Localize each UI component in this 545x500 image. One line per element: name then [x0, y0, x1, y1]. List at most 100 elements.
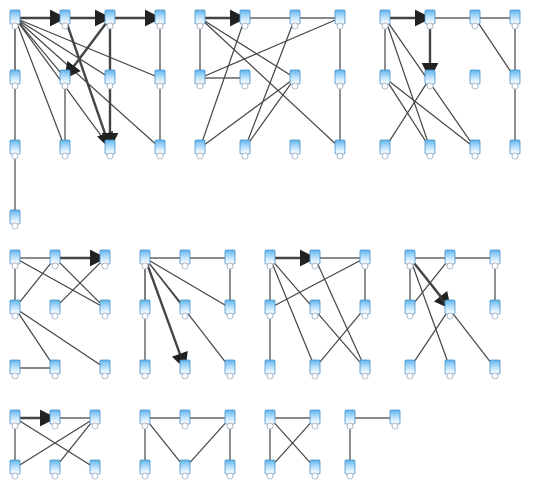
device-node-icon	[10, 410, 20, 429]
device-node-icon	[445, 250, 455, 269]
device-node-icon	[195, 140, 205, 159]
device-node-icon	[265, 410, 275, 429]
device-node-icon	[265, 360, 275, 379]
device-node-icon	[425, 70, 435, 89]
edge	[15, 258, 55, 308]
edge	[15, 308, 55, 368]
edge	[145, 258, 185, 368]
edge	[15, 18, 65, 78]
device-node-icon	[290, 70, 300, 89]
device-node-icon	[140, 300, 150, 319]
edge	[65, 18, 110, 78]
device-node-icon	[425, 140, 435, 159]
edges-layer	[15, 18, 515, 468]
device-node-icon	[265, 460, 275, 479]
device-node-icon	[510, 70, 520, 89]
device-node-icon	[240, 10, 250, 29]
device-node-icon	[405, 300, 415, 319]
edge	[200, 18, 245, 148]
device-node-icon	[490, 360, 500, 379]
device-node-icon	[10, 360, 20, 379]
device-node-icon	[10, 140, 20, 159]
device-node-icon	[140, 360, 150, 379]
device-node-icon	[90, 460, 100, 479]
device-node-icon	[105, 140, 115, 159]
device-node-icon	[100, 300, 110, 319]
edge	[15, 18, 65, 148]
device-node-icon	[240, 140, 250, 159]
edge	[15, 308, 105, 368]
edge	[65, 18, 110, 148]
device-node-icon	[345, 410, 355, 429]
device-node-icon	[90, 410, 100, 429]
edge	[410, 258, 450, 368]
device-node-icon	[380, 140, 390, 159]
device-node-icon	[10, 250, 20, 269]
device-node-icon	[380, 10, 390, 29]
device-node-icon	[10, 300, 20, 319]
device-node-icon	[445, 360, 455, 379]
device-node-icon	[140, 460, 150, 479]
device-node-icon	[310, 300, 320, 319]
edge	[475, 18, 515, 78]
device-node-icon	[490, 250, 500, 269]
device-node-icon	[345, 460, 355, 479]
device-node-icon	[10, 70, 20, 89]
device-node-icon	[155, 70, 165, 89]
device-node-icon	[195, 70, 205, 89]
device-node-icon	[310, 360, 320, 379]
edge	[55, 418, 95, 468]
edge	[270, 258, 315, 368]
device-node-icon	[335, 140, 345, 159]
device-node-icon	[335, 10, 345, 29]
device-node-icon	[510, 10, 520, 29]
device-node-icon	[225, 460, 235, 479]
device-node-icon	[105, 10, 115, 29]
device-node-icon	[225, 360, 235, 379]
device-node-icon	[290, 140, 300, 159]
device-node-icon	[470, 70, 480, 89]
device-node-icon	[360, 300, 370, 319]
device-node-icon	[360, 360, 370, 379]
device-node-icon	[105, 70, 115, 89]
device-node-icon	[155, 140, 165, 159]
device-node-icon	[225, 410, 235, 429]
device-node-icon	[180, 410, 190, 429]
device-node-icon	[60, 140, 70, 159]
device-node-icon	[100, 360, 110, 379]
device-node-icon	[155, 10, 165, 29]
device-node-icon	[180, 360, 190, 379]
device-node-icon	[225, 300, 235, 319]
edge	[245, 78, 295, 148]
device-node-icon	[360, 250, 370, 269]
edge	[410, 308, 450, 368]
device-node-icon	[50, 460, 60, 479]
device-node-icon	[240, 70, 250, 89]
device-node-icon	[100, 250, 110, 269]
device-node-icon	[225, 250, 235, 269]
device-node-icon	[10, 460, 20, 479]
device-node-icon	[50, 250, 60, 269]
edge	[200, 18, 340, 78]
device-node-icon	[10, 210, 20, 229]
device-node-icon	[510, 140, 520, 159]
device-node-icon	[50, 360, 60, 379]
device-node-icon	[470, 10, 480, 29]
device-node-icon	[195, 10, 205, 29]
network-diagram-grid	[0, 0, 545, 500]
edge	[185, 418, 230, 468]
device-node-icon	[335, 70, 345, 89]
edge	[315, 258, 365, 368]
device-node-icon	[470, 140, 480, 159]
device-node-icon	[180, 250, 190, 269]
device-node-icon	[380, 70, 390, 89]
device-node-icon	[140, 410, 150, 429]
device-node-icon	[405, 360, 415, 379]
edge	[200, 78, 295, 148]
device-node-icon	[50, 410, 60, 429]
device-node-icon	[490, 300, 500, 319]
device-node-icon	[60, 70, 70, 89]
device-node-icon	[425, 10, 435, 29]
device-node-icon	[390, 410, 400, 429]
device-node-icon	[445, 300, 455, 319]
